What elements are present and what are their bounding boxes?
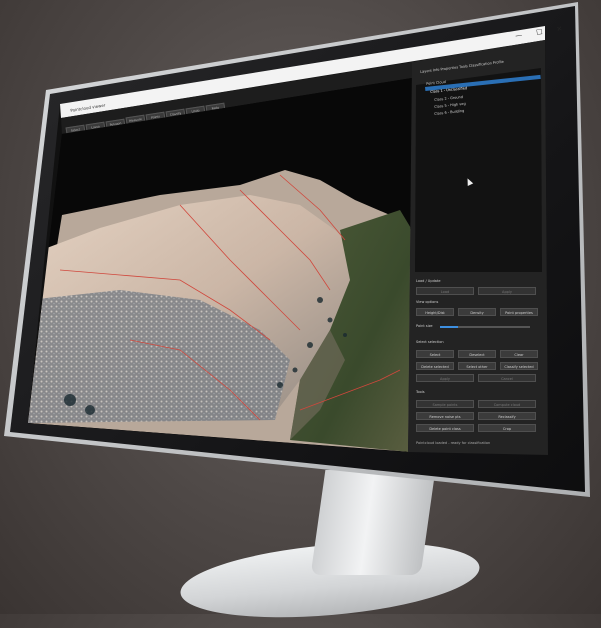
select-other-button[interactable]: Select other [458, 362, 496, 370]
monitor: Pointcloud viewer — ☐ ✕ Select Lasso Polyg… [0, 0, 601, 628]
compute-cloud-button[interactable]: Compute cloud [478, 400, 536, 408]
cancel-selection-button[interactable]: Cancel [478, 374, 536, 382]
load-button[interactable]: Load [416, 287, 474, 295]
apply-button[interactable]: Apply [478, 287, 536, 295]
classify-selected-button[interactable]: Classify selected [500, 362, 538, 370]
section-label: Select selection [416, 340, 444, 344]
select-button[interactable]: Select [416, 350, 454, 358]
section-label: View options [416, 300, 439, 304]
apply-selection-button[interactable]: Apply [416, 374, 474, 382]
status-bar: Pointcloud loaded - ready for classifica… [416, 441, 491, 445]
point-properties-button[interactable]: Point properties [500, 308, 538, 316]
section-label: Load / Update [416, 279, 441, 283]
remove-noise-button[interactable]: Remove noise pts [416, 412, 474, 420]
slider-label: Point size [416, 324, 433, 328]
point-size-slider-fill [440, 326, 458, 328]
clear-button[interactable]: Clear [500, 350, 538, 358]
delete-selected-button[interactable]: Delete selected [416, 362, 454, 370]
section-label: Tools [416, 390, 425, 394]
reclassify-button[interactable]: Reclassify [478, 412, 536, 420]
height-dist-button[interactable]: Height/Dist [416, 308, 454, 316]
deselect-button[interactable]: Deselect [458, 350, 496, 358]
crop-button[interactable]: Crop [478, 424, 536, 432]
delete-point-class-button[interactable]: Delete point class [416, 424, 474, 432]
sample-points-button[interactable]: Sample points [416, 400, 474, 408]
density-button[interactable]: Density [458, 308, 496, 316]
